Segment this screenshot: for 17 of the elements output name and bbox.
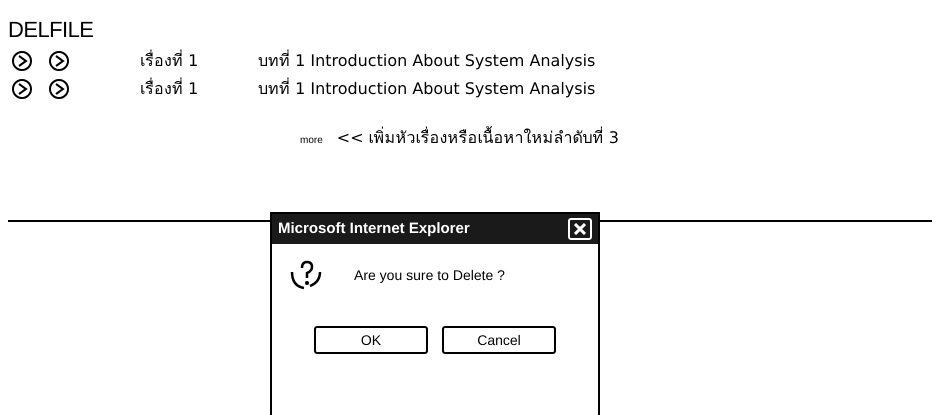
topic-label: เรื่องที่ 1: [140, 77, 200, 100]
play-circle-icon[interactable]: [11, 50, 33, 72]
page-title: DELFILE: [8, 16, 94, 44]
more-label: more: [300, 134, 323, 148]
close-icon: [574, 223, 586, 235]
play-circle-icon[interactable]: [48, 50, 70, 72]
close-button[interactable]: [568, 218, 592, 240]
dialog-message: Are you sure to Delete ?: [354, 266, 505, 285]
ok-button[interactable]: OK: [314, 326, 428, 354]
topic-label: เรื่องที่ 1: [140, 49, 200, 72]
chapter-label: บทที่ 1 Introduction About System Analysis: [258, 49, 596, 72]
chapter-label: บทที่ 1 Introduction About System Analysis: [258, 77, 596, 100]
cancel-button[interactable]: Cancel: [442, 326, 556, 354]
dialog-title: Microsoft Internet Explorer: [278, 218, 470, 239]
play-circle-icon[interactable]: [48, 78, 70, 100]
add-topic-link[interactable]: << เพิ่มหัวเรื่องหรือเนื้อหาใหม่ลำดับที่ 3: [336, 126, 619, 150]
play-circle-icon[interactable]: [11, 78, 33, 100]
